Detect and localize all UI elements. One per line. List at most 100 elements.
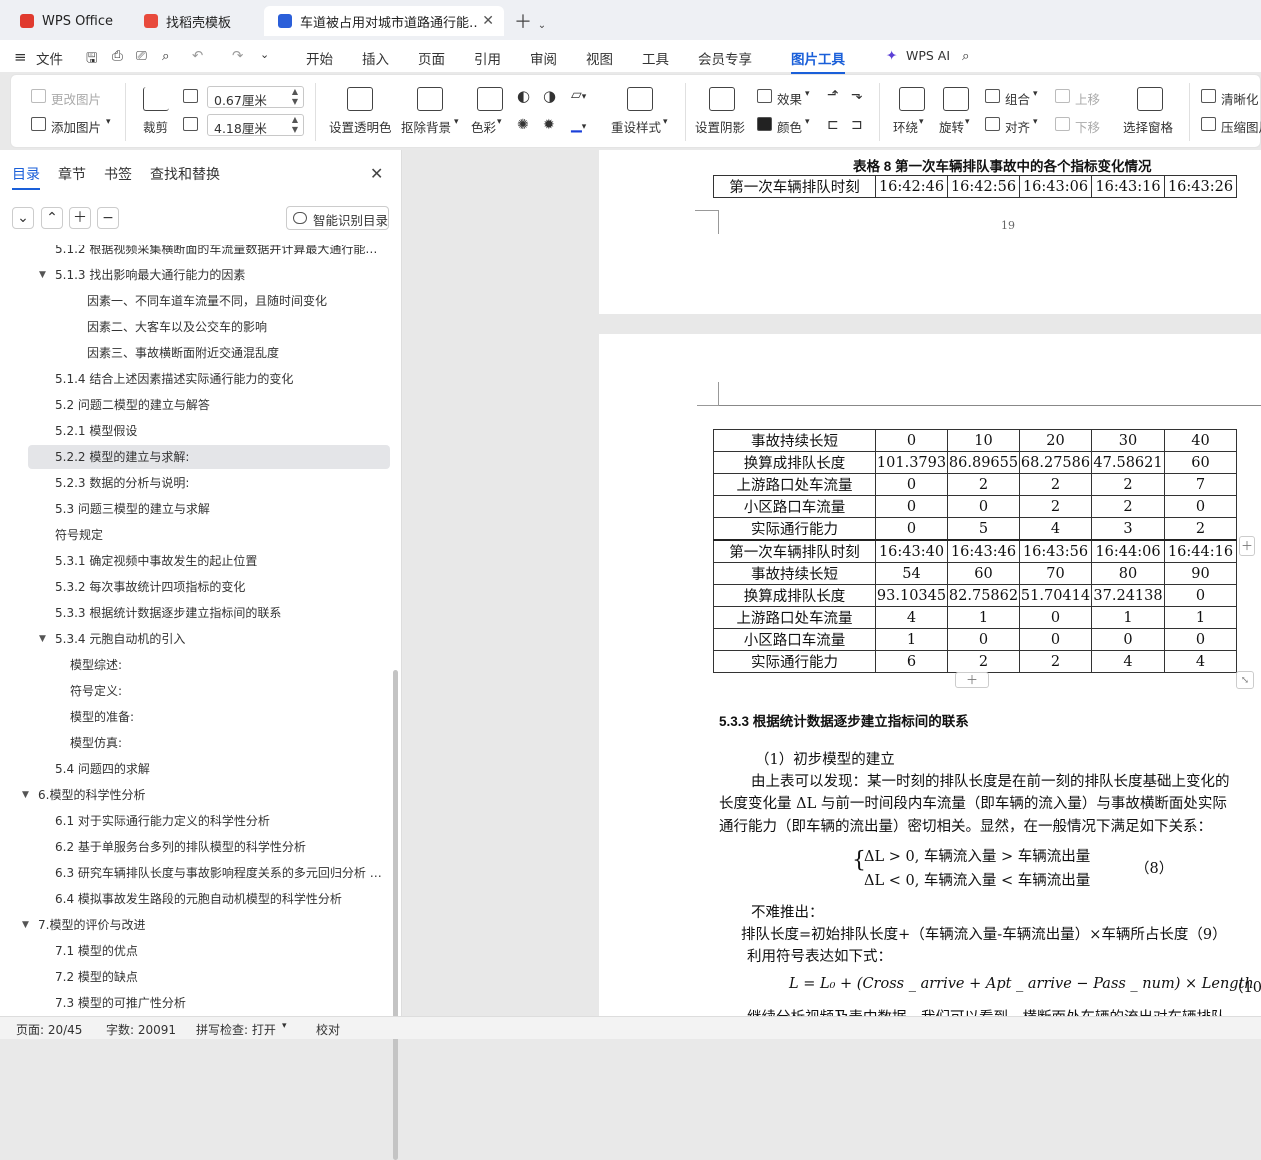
toc-item[interactable]: 7.模型的评价与改进 (38, 913, 385, 937)
spell-check[interactable]: 拼写检查: 打开 (196, 1021, 276, 1038)
toc-item[interactable]: 6.3 研究车辆排队长度与事故影响程度关系的多元回归分析 … (55, 861, 385, 885)
export-icon[interactable]: ⎙ (112, 48, 123, 64)
table-cell[interactable]: 16:43:26 (1164, 175, 1237, 198)
shadow-up-icon[interactable]: ⬏ (827, 87, 839, 103)
row-header-cell[interactable]: 实际通行能力 (713, 517, 876, 541)
wrap-button[interactable]: 环绕 (893, 117, 918, 136)
table-cell[interactable]: 93.10345 (875, 584, 948, 607)
toc-item[interactable]: 7.2 模型的缺点 (55, 965, 385, 989)
table-cell[interactable]: 40 (1164, 429, 1237, 452)
toc-item[interactable]: 模型综述: (70, 653, 385, 677)
toc-item[interactable]: 5.3.2 每次事故统计四项指标的变化 (55, 575, 385, 599)
page-indicator[interactable]: 页面: 20/45 (16, 1021, 82, 1038)
redo-icon[interactable]: ↷ (232, 48, 243, 64)
shadow-left-icon[interactable]: ⊏ (827, 117, 839, 133)
search-icon[interactable]: ⌕ (962, 48, 970, 64)
toc-item[interactable]: 6.模型的科学性分析 (38, 783, 385, 807)
table-cell[interactable]: 4 (1091, 650, 1165, 673)
chevron-down-icon[interactable]: ▾ (497, 117, 502, 127)
menu-tools[interactable]: 工具 (642, 48, 669, 68)
line-color-icon[interactable]: ▁▾ (571, 117, 586, 133)
toc-item[interactable]: 6.4 模拟事故发生路段的元胞自动机模型的科学性分析 (55, 887, 385, 911)
table-cell[interactable]: 70 (1019, 562, 1092, 585)
add-image-button[interactable]: 添加图片 (51, 117, 101, 136)
expand-toggle-icon[interactable]: ▼ (22, 790, 29, 800)
toc-item[interactable]: 5.3.1 确定视频中事故发生的起止位置 (55, 549, 385, 573)
table-cell[interactable]: 54 (875, 562, 948, 585)
table-cell[interactable]: 16:42:46 (875, 175, 948, 198)
reset-style-button[interactable]: 重设样式 (611, 117, 661, 136)
crop-button[interactable]: 裁剪 (143, 117, 168, 136)
table-cell[interactable]: 60 (947, 562, 1020, 585)
chevron-down-icon[interactable]: ▾ (454, 117, 459, 127)
add-column-button[interactable]: ＋ (1239, 536, 1255, 556)
resize-table-icon[interactable]: ⤡ (1236, 671, 1254, 689)
width-input[interactable]: 4.18厘米 ▲ ▼ (207, 114, 304, 136)
table-cell[interactable]: 0 (947, 628, 1020, 651)
chevron-down-icon[interactable]: ▾ (1033, 117, 1038, 127)
table-cell[interactable]: 3 (1091, 517, 1165, 541)
toc-item[interactable]: 5.1.4 结合上述因素描述实际通行能力的变化 (55, 367, 385, 391)
tab-docer[interactable]: 找稻壳模板 (130, 6, 258, 36)
table-cell[interactable]: 51.70414 (1019, 584, 1092, 607)
table-cell[interactable]: 68.27586 (1019, 451, 1092, 474)
table-cell[interactable]: 1 (947, 606, 1020, 629)
set-transparent-button[interactable]: 设置透明色 (329, 117, 392, 136)
table-cell[interactable]: 5 (947, 517, 1020, 541)
table-cell[interactable]: 2 (1019, 495, 1092, 518)
menu-reference[interactable]: 引用 (474, 48, 501, 68)
table-cell[interactable]: 30 (1091, 429, 1165, 452)
preview-icon[interactable]: ⌕ (162, 48, 170, 64)
menu-view[interactable]: 视图 (586, 48, 613, 68)
chevron-down-icon[interactable]: ▾ (282, 1021, 287, 1031)
toc-item[interactable]: 5.3.4 元胞自动机的引入 (55, 627, 385, 651)
save-icon[interactable]: 🖫 (86, 48, 98, 71)
table-cell[interactable]: 4 (1164, 650, 1237, 673)
proofread[interactable]: 校对 (316, 1021, 340, 1038)
table-cell[interactable]: 0 (947, 495, 1020, 518)
hamburger-icon[interactable]: ≡ (14, 48, 27, 66)
table-cell[interactable]: 101.3793 (875, 451, 948, 474)
contrast-icon[interactable]: ◑ (543, 87, 556, 105)
table-cell[interactable]: 86.89655 (947, 451, 1020, 474)
table-cell[interactable]: 80 (1091, 562, 1165, 585)
tab-toc[interactable]: 目录 (12, 164, 40, 190)
chevron-down-icon[interactable]: ▾ (805, 89, 810, 99)
row-header-cell[interactable]: 上游路口处车流量 (713, 606, 876, 629)
table-cell[interactable]: 0 (1019, 628, 1092, 651)
chevron-down-icon[interactable]: ▾ (1033, 89, 1038, 99)
compress-button[interactable]: 压缩图片 (1221, 117, 1261, 136)
table-cell[interactable]: 16:42:56 (947, 175, 1020, 198)
toc-item[interactable]: 5.2 问题二模型的建立与解答 (55, 393, 385, 417)
bring-forward-button[interactable]: 上移 (1075, 89, 1100, 108)
table-cell[interactable]: 1 (1091, 606, 1165, 629)
set-shadow-button[interactable]: 设置阴影 (695, 117, 745, 136)
toc-item[interactable]: 符号定义: (70, 679, 385, 703)
table-cell[interactable]: 7 (1164, 473, 1237, 496)
data-table-main[interactable]: 事故持续长短 0 10 20 30 40 换算成排队长度 101.3793 86.89655 68… (713, 429, 1237, 673)
toc-item[interactable]: 因素二、大客车以及公交车的影响 (87, 315, 385, 339)
brightness-up-icon[interactable]: ✹ (543, 117, 555, 133)
remove-background-button[interactable]: 抠除背景 (401, 117, 451, 136)
table-cell[interactable]: 2 (1019, 650, 1092, 673)
menu-insert[interactable]: 插入 (362, 48, 389, 68)
new-tab-button[interactable]: ＋ ⌄ (514, 8, 546, 34)
toc-item[interactable]: 模型的准备: (70, 705, 385, 729)
toc-item[interactable]: 5.2.1 模型假设 (55, 419, 385, 443)
table-cell[interactable]: 2 (947, 650, 1020, 673)
menu-wps-ai[interactable]: WPS AI (906, 48, 950, 63)
row-header-cell[interactable]: 第一次车辆排队时刻 (713, 175, 876, 198)
toc-item[interactable]: 5.2.2 模型的建立与求解: (55, 445, 385, 469)
toc-item[interactable]: 5.3 问题三模型的建立与求解 (55, 497, 385, 521)
brightness-icon[interactable]: ◐ (517, 87, 530, 105)
print-icon[interactable]: ⎚ (136, 48, 147, 64)
menu-review[interactable]: 审阅 (530, 48, 557, 68)
toc-item[interactable]: 模型仿真: (70, 731, 385, 755)
chevron-down-icon[interactable]: ▾ (919, 117, 924, 127)
rotate-button[interactable]: 旋转 (939, 117, 964, 136)
tab-bookmark[interactable]: 书签 (104, 164, 132, 184)
table-cell[interactable]: 16:43:06 (1019, 175, 1092, 198)
chevron-down-icon[interactable]: ▾ (106, 117, 111, 127)
expand-toggle-icon[interactable]: ▼ (39, 634, 46, 644)
height-input[interactable]: 0.67厘米 ▲ ▼ (207, 86, 304, 108)
